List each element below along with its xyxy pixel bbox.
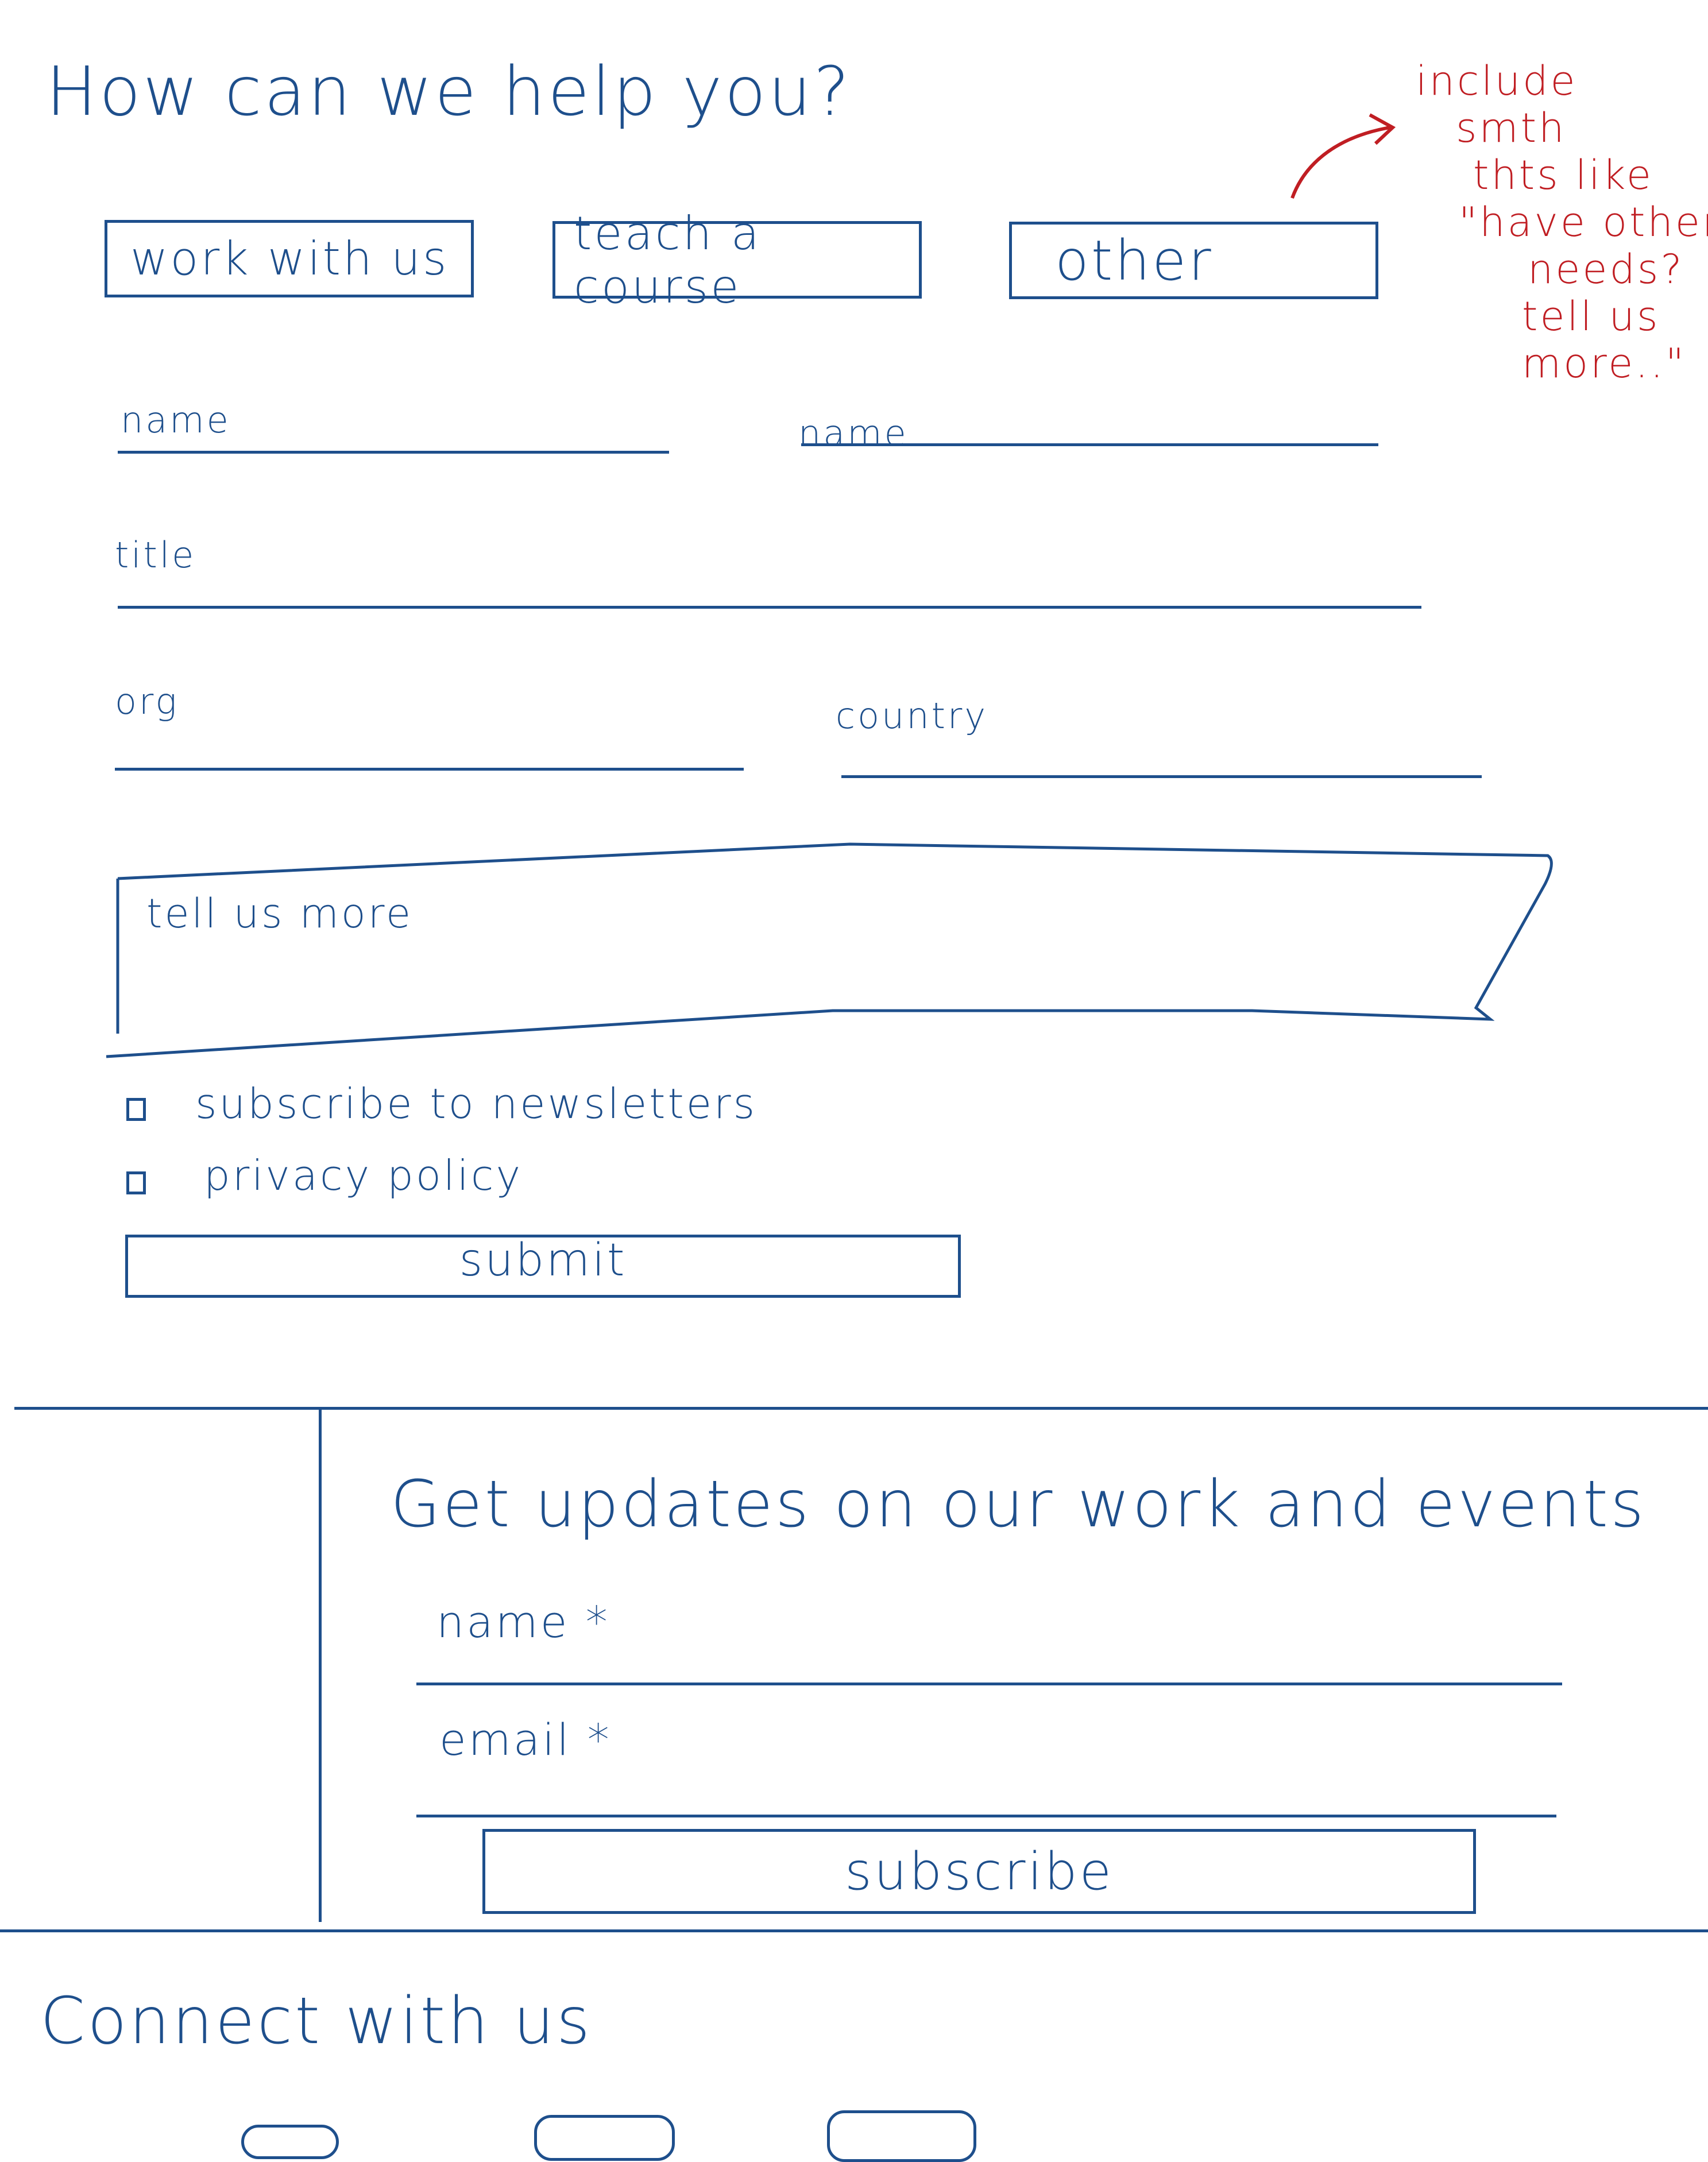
connect-heading: Connect with us bbox=[40, 1984, 593, 2059]
submit-label: submit bbox=[459, 1235, 627, 1286]
social-icon[interactable] bbox=[534, 2115, 675, 2161]
section-divider-top bbox=[14, 1407, 1708, 1410]
newsletter-name-label: name * bbox=[436, 1596, 610, 1647]
social-icon[interactable] bbox=[827, 2110, 976, 2162]
submit-button[interactable]: submit bbox=[125, 1235, 961, 1298]
privacy-policy-checkbox[interactable] bbox=[126, 1171, 146, 1194]
message-textarea[interactable]: tell us more bbox=[123, 879, 1531, 1011]
newsletter-heading: Get updates on our work and events bbox=[391, 1467, 1647, 1542]
newsletter-email-input[interactable] bbox=[416, 1815, 1556, 1817]
subscribe-button[interactable]: subscribe bbox=[482, 1829, 1476, 1914]
newsletter-checkbox[interactable] bbox=[126, 1098, 146, 1121]
newsletter-email-label: email * bbox=[439, 1714, 612, 1765]
newsletter-checkbox-label: subscribe to newsletters bbox=[195, 1080, 758, 1128]
social-icon[interactable] bbox=[241, 2125, 339, 2159]
section-divider-bottom bbox=[0, 1929, 1708, 1932]
newsletter-left-rule bbox=[319, 1408, 322, 1922]
privacy-policy-label: privacy policy bbox=[204, 1151, 523, 1200]
message-placeholder: tell us more bbox=[146, 890, 414, 937]
newsletter-name-input[interactable] bbox=[416, 1683, 1562, 1685]
subscribe-label: subscribe bbox=[845, 1841, 1114, 1902]
